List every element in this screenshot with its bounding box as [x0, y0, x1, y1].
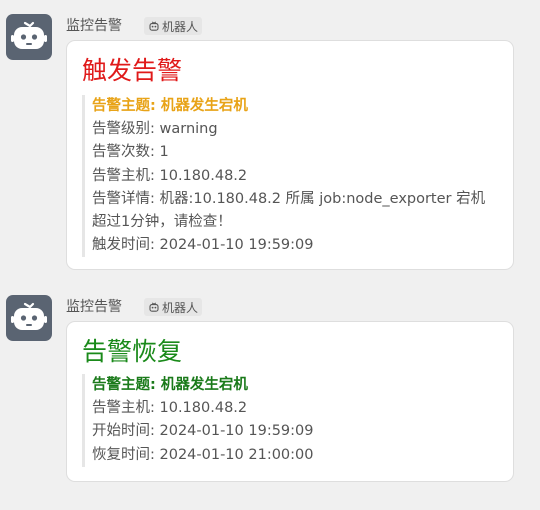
sender-name: 监控告警 [66, 299, 122, 315]
sender-row: 监控告警 机器人 [66, 16, 203, 36]
card-quote: 告警主题: 机器发生宕机 告警级别: warning 告警次数: 1 告警主机:… [82, 95, 495, 258]
robot-icon [11, 302, 47, 330]
alert-subject: 告警主题: 机器发生宕机 [92, 98, 248, 114]
bot-avatar[interactable] [6, 295, 52, 341]
bot-tag-label: 机器人 [162, 19, 199, 34]
alert-host: 告警主机: 10.180.48.2 [92, 167, 248, 184]
alert-start-time: 开始时间: 2024-01-10 19:59:09 [92, 423, 314, 440]
alert-level: 告警级别: warning [92, 121, 218, 138]
message-card[interactable]: 触发告警 告警主题: 机器发生宕机 告警级别: warning 告警次数: 1 … [66, 40, 514, 270]
card-title: 触发告警 [82, 56, 183, 85]
alert-count: 告警次数: 1 [92, 144, 169, 161]
sender-row: 监控告警 机器人 [66, 297, 203, 317]
bot-tag: 机器人 [144, 298, 203, 316]
alert-trigger-time: 触发时间: 2024-01-10 19:59:09 [92, 237, 314, 254]
bot-tag: 机器人 [144, 17, 203, 35]
card-title: 告警恢复 [82, 337, 183, 366]
alert-recovery-time: 恢复时间: 2024-01-10 21:00:00 [92, 446, 314, 463]
robot-icon [11, 21, 47, 49]
alert-subject: 告警主题: 机器发生宕机 [92, 377, 248, 393]
bot-tag-label: 机器人 [162, 300, 199, 315]
card-quote: 告警主题: 机器发生宕机 告警主机: 10.180.48.2 开始时间: 202… [82, 374, 495, 467]
robot-icon [149, 21, 159, 31]
sender-name: 监控告警 [66, 18, 122, 34]
alert-detail: 告警详情: 机器:10.180.48.2 所属 job:node_exporte… [92, 190, 486, 231]
alert-host: 告警主机: 10.180.48.2 [92, 400, 248, 417]
robot-icon [149, 302, 159, 312]
message-card[interactable]: 告警恢复 告警主题: 机器发生宕机 告警主机: 10.180.48.2 开始时间… [66, 321, 514, 482]
bot-avatar[interactable] [6, 14, 52, 60]
